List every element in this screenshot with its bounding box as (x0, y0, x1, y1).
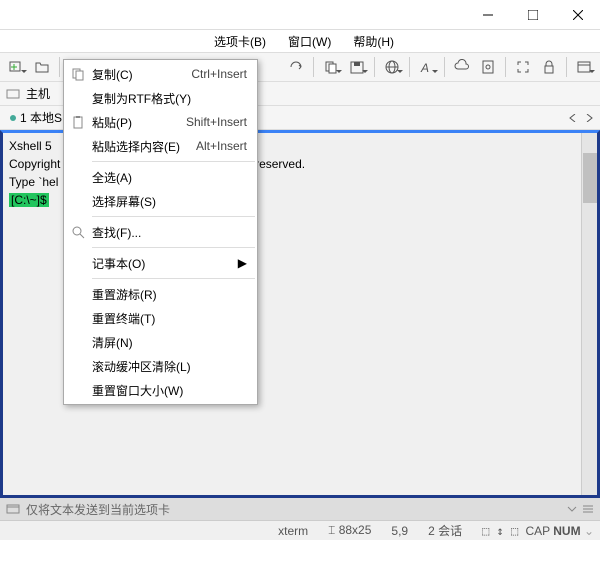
ctx-clear-screen[interactable]: 清屏(N) (64, 330, 257, 354)
host-icon (6, 87, 20, 101)
send-down-icon[interactable] (566, 503, 578, 515)
tab-next-button[interactable] (582, 111, 596, 125)
terminal-scrollbar[interactable] (581, 133, 597, 495)
ctx-copy[interactable]: 复制(C) Ctrl+Insert (64, 62, 257, 86)
globe-dropdown-button[interactable] (380, 55, 404, 79)
titlebar (0, 0, 600, 30)
view-dropdown-button[interactable] (572, 55, 596, 79)
ctx-shortcut: Shift+Insert (186, 115, 247, 129)
ctx-shortcut: Ctrl+Insert (191, 67, 247, 81)
status-size: ⌶ 88x25 (328, 523, 371, 538)
ctx-label: 重置终端(T) (92, 310, 155, 327)
menu-help[interactable]: 帮助(H) (349, 31, 398, 52)
ctx-reset-cursor[interactable]: 重置游标(R) (64, 282, 257, 306)
session-tab[interactable]: 1 本地S (4, 107, 68, 128)
properties-button[interactable] (476, 55, 500, 79)
svg-text:A: A (420, 61, 429, 75)
tab-prev-button[interactable] (566, 111, 580, 125)
copy-icon (70, 66, 86, 82)
ctx-label: 全选(A) (92, 169, 132, 186)
submenu-arrow-icon: ▶ (238, 256, 247, 270)
maximize-button[interactable] (510, 0, 555, 30)
cloud-button[interactable] (450, 55, 474, 79)
ctx-separator (92, 278, 255, 279)
ctx-label: 选择屏幕(S) (92, 193, 156, 210)
status-term: xterm (278, 524, 308, 538)
font-dropdown-button[interactable]: A (415, 55, 439, 79)
ctx-separator (92, 161, 255, 162)
save-dropdown-button[interactable] (345, 55, 369, 79)
ctx-label: 重置窗口大小(W) (92, 382, 183, 399)
statusbar: xterm ⌶ 88x25 5,9 2 会话 ⬚ ↕ ⬚ CAP NUM ⌄ (0, 520, 600, 540)
status-dot-icon (10, 115, 16, 121)
lock-button[interactable] (537, 55, 561, 79)
menu-tabs[interactable]: 选项卡(B) (210, 31, 270, 52)
menu-window[interactable]: 窗口(W) (284, 31, 335, 52)
paste-icon (70, 114, 86, 130)
sendbar: 仅将文本发送到当前选项卡 (0, 498, 600, 520)
status-indicators: ⬚ ↕ ⬚ CAP NUM ⌄ (482, 524, 594, 538)
ctx-label: 粘贴(P) (92, 114, 132, 131)
ctx-shortcut: Alt+Insert (196, 139, 247, 153)
minimize-button[interactable] (465, 0, 510, 30)
status-sessions: 2 会话 (428, 522, 462, 539)
ctx-label: 查找(F)... (92, 224, 141, 241)
ctx-label: 记事本(O) (92, 255, 145, 272)
menubar: 选项卡(B) 窗口(W) 帮助(H) (0, 30, 600, 52)
ctx-separator (92, 216, 255, 217)
context-menu: 复制(C) Ctrl+Insert 复制为RTF格式(Y) 粘贴(P) Shif… (63, 59, 258, 405)
ctx-paste-selection[interactable]: 粘贴选择内容(E) Alt+Insert (64, 134, 257, 158)
ctx-label: 重置游标(R) (92, 286, 157, 303)
scroll-thumb[interactable] (583, 153, 597, 203)
open-button[interactable] (30, 55, 54, 79)
send-text: 仅将文本发送到当前选项卡 (26, 501, 170, 518)
ctx-copy-rtf[interactable]: 复制为RTF格式(Y) (64, 86, 257, 110)
status-pos: 5,9 (391, 524, 408, 538)
tab-label: 1 本地S (20, 109, 62, 126)
ctx-paste[interactable]: 粘贴(P) Shift+Insert (64, 110, 257, 134)
search-icon (70, 224, 86, 240)
new-session-button[interactable] (4, 55, 28, 79)
send-menu-icon[interactable] (582, 503, 594, 515)
ctx-select-screen[interactable]: 选择屏幕(S) (64, 189, 257, 213)
ctx-reset-window-size[interactable]: 重置窗口大小(W) (64, 378, 257, 402)
ctx-select-all[interactable]: 全选(A) (64, 165, 257, 189)
copy-dropdown-button[interactable] (319, 55, 343, 79)
ctx-label: 粘贴选择内容(E) (92, 138, 180, 155)
close-button[interactable] (555, 0, 600, 30)
ctx-label: 复制(C) (92, 66, 133, 83)
ctx-label: 清屏(N) (92, 334, 133, 351)
ctx-clear-scrollback[interactable]: 滚动缓冲区清除(L) (64, 354, 257, 378)
ctx-find[interactable]: 查找(F)... (64, 220, 257, 244)
fullscreen-button[interactable] (511, 55, 535, 79)
ctx-label: 复制为RTF格式(Y) (92, 90, 191, 107)
prompt: [C:\~]$ (9, 193, 49, 207)
send-icon (6, 502, 20, 516)
host-label: 主机 (26, 85, 50, 102)
ctx-reset-terminal[interactable]: 重置终端(T) (64, 306, 257, 330)
reconnect-button[interactable] (284, 55, 308, 79)
ctx-label: 滚动缓冲区清除(L) (92, 358, 191, 375)
ctx-separator (92, 247, 255, 248)
ctx-notepad[interactable]: 记事本(O) ▶ (64, 251, 257, 275)
